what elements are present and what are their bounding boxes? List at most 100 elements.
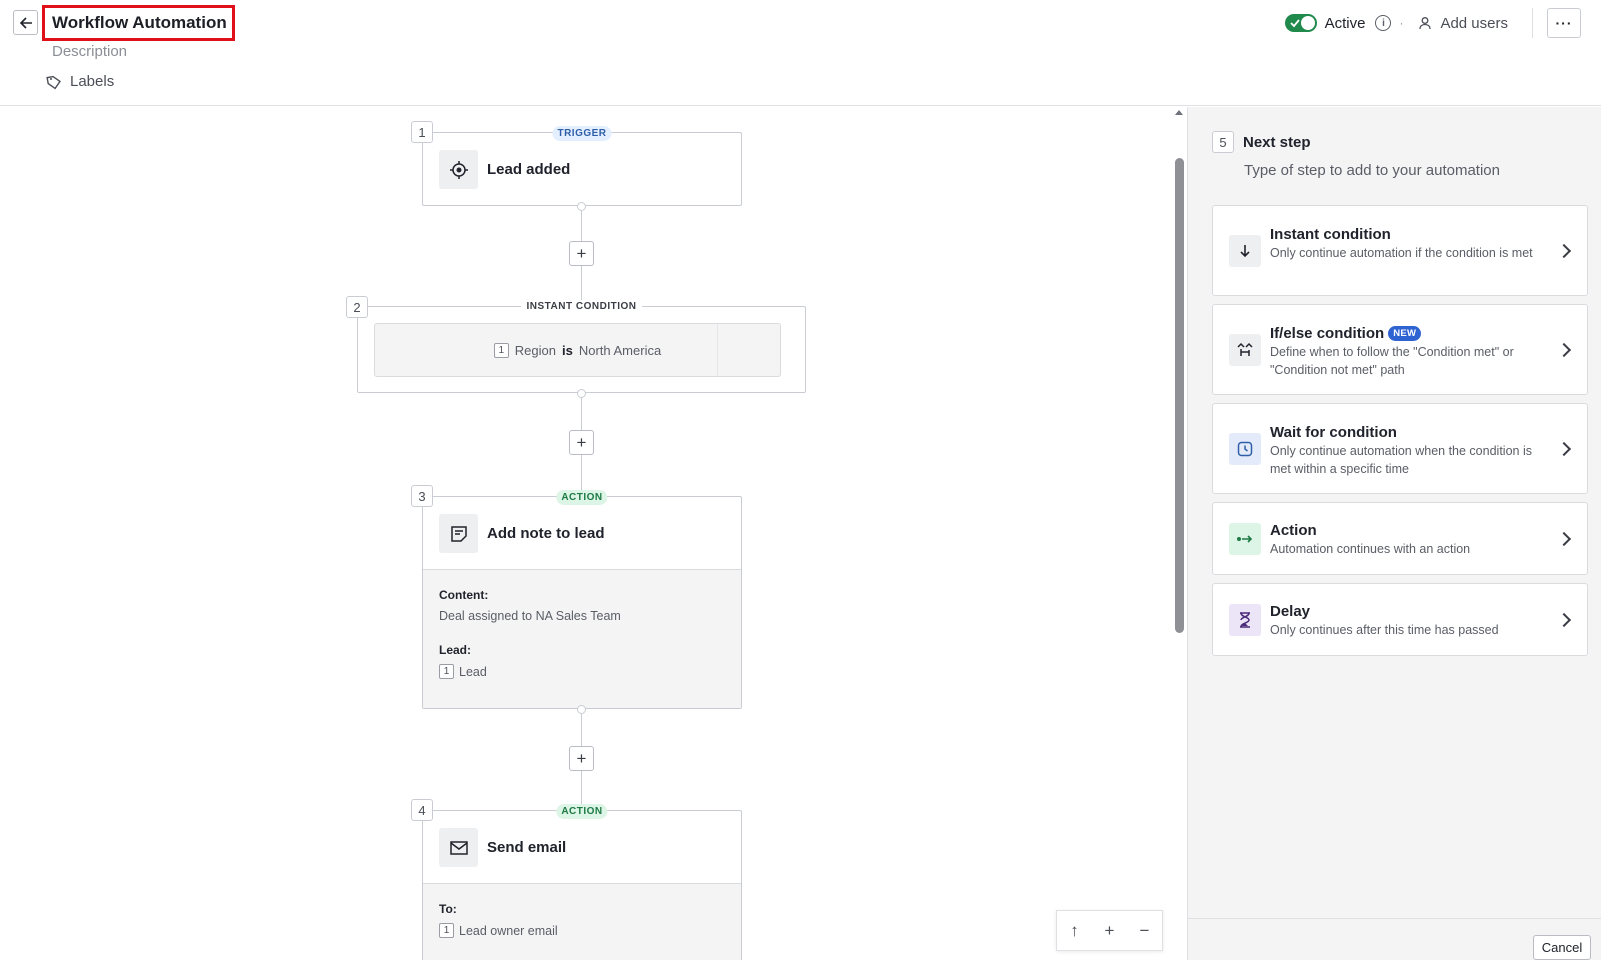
to-value: 1 Lead owner email	[439, 923, 725, 938]
condition-operator: is	[561, 342, 573, 358]
back-button[interactable]	[13, 10, 38, 35]
tag-icon	[46, 75, 61, 89]
to-text: Lead owner email	[459, 923, 558, 938]
to-label: To:	[439, 902, 457, 916]
action-node-add-note[interactable]: ACTION Add note to lead Content: Deal as…	[422, 490, 742, 709]
zoom-out-button[interactable]: −	[1130, 921, 1160, 941]
scroll-top-button[interactable]: ↑	[1060, 921, 1090, 941]
add-step-button[interactable]: +	[569, 241, 594, 266]
step-option-if-else-condition[interactable]: If/else condition NEW Define when to fol…	[1212, 304, 1588, 395]
step-name: Delay	[1270, 603, 1310, 620]
step-name: Instant condition	[1270, 226, 1391, 243]
info-icon[interactable]: i	[1375, 15, 1392, 31]
action-tag: ACTION	[556, 804, 608, 819]
lead-label: Lead:	[439, 643, 472, 657]
trigger-title: Lead added	[487, 161, 571, 178]
hourglass-icon	[1229, 604, 1261, 636]
add-step-button[interactable]: +	[569, 430, 594, 455]
step-description: Only continue automation when the condit…	[1270, 444, 1532, 476]
step-option-delay[interactable]: Delay Only continues after this time has…	[1212, 583, 1588, 656]
target-icon	[439, 150, 478, 189]
arrow-down-icon	[1229, 235, 1261, 267]
add-users-label: Add users	[1440, 14, 1508, 32]
panel-title: Next step	[1243, 133, 1311, 151]
action-title: Add note to lead	[487, 525, 605, 542]
action-title: Send email	[487, 839, 567, 856]
step-number-1: 1	[411, 121, 433, 143]
clock-icon	[1229, 433, 1261, 465]
step-description: Only continues after this time has passe…	[1270, 623, 1499, 637]
header-actions: Active i · Add users ···	[1284, 8, 1601, 38]
step-number-5: 5	[1212, 131, 1234, 153]
chevron-right-icon	[1556, 441, 1572, 457]
add-users-button[interactable]: Add users	[1418, 15, 1508, 32]
panel-subtitle: Type of step to add to your automation	[1244, 162, 1500, 179]
content-label: Content:	[439, 588, 489, 602]
step-number-4: 4	[411, 799, 433, 821]
workflow-canvas[interactable]: TRIGGER Lead added 1 + INSTANT CONDITION…	[0, 107, 1178, 960]
active-toggle[interactable]	[1284, 14, 1317, 32]
action-details: To: 1 Lead owner email	[423, 883, 741, 960]
content-text: Deal assigned to NA Sales Team	[439, 609, 621, 623]
step-name: If/else condition NEW	[1270, 325, 1422, 342]
step-option-instant-condition[interactable]: Instant condition Only continue automati…	[1212, 205, 1588, 296]
envelope-icon	[439, 828, 478, 867]
step-name-text: Action	[1270, 522, 1317, 539]
header: Workflow Automation Description Labels A…	[0, 0, 1601, 106]
add-step-button[interactable]: +	[569, 746, 594, 771]
condition-value: North America	[578, 342, 662, 358]
content-value: Deal assigned to NA Sales Team	[439, 609, 725, 623]
connector-dot	[577, 705, 586, 714]
step-option-wait-for-condition[interactable]: Wait for condition Only continue automat…	[1212, 403, 1588, 494]
description-field[interactable]: Description	[52, 43, 127, 60]
active-label: Active	[1324, 14, 1366, 32]
step-description: Define when to follow the "Condition met…	[1270, 345, 1514, 377]
trigger-tag: TRIGGER	[552, 126, 612, 141]
zoom-in-button[interactable]: +	[1095, 921, 1125, 941]
step-number-3: 3	[411, 485, 433, 507]
condition-tag: INSTANT CONDITION	[520, 300, 643, 313]
note-icon	[439, 514, 478, 553]
connector-dot	[577, 202, 586, 211]
zoom-controls: ↑ + −	[1056, 910, 1163, 951]
to-ref-number: 1	[439, 923, 454, 938]
panel-footer: Cancel	[1188, 918, 1601, 960]
chevron-right-icon	[1556, 243, 1572, 259]
step-description: Only continue automation if the conditio…	[1270, 246, 1533, 260]
trigger-node[interactable]: TRIGGER Lead added	[422, 126, 742, 206]
cancel-button[interactable]: Cancel	[1533, 935, 1591, 960]
next-step-panel: 5 Next step Type of step to add to your …	[1187, 107, 1601, 960]
step-name-text: Delay	[1270, 603, 1311, 620]
canvas-scrollbar[interactable]	[1175, 158, 1184, 633]
chevron-right-icon	[1556, 531, 1572, 547]
condition-ref-number: 1	[493, 342, 509, 358]
condition-node[interactable]: INSTANT CONDITION 1 Region is North Amer…	[357, 300, 806, 393]
action-node-send-email[interactable]: ACTION Send email To: 1 Lead owner email	[422, 804, 742, 960]
step-name: Wait for condition	[1270, 424, 1397, 441]
header-divider	[1532, 8, 1533, 38]
chevron-right-icon	[1556, 612, 1572, 628]
panel-header: 5 Next step	[1212, 131, 1311, 153]
action-details: Content: Deal assigned to NA Sales Team …	[423, 569, 741, 708]
lead-value: 1 Lead	[439, 664, 725, 679]
step-name-text: Instant condition	[1270, 226, 1391, 243]
page-title[interactable]: Workflow Automation	[52, 13, 227, 33]
condition-divider	[717, 324, 718, 376]
step-option-action[interactable]: Action Automation continues with an acti…	[1212, 502, 1588, 575]
separator-dot: ·	[1399, 16, 1404, 30]
lead-ref-number: 1	[439, 664, 454, 679]
step-name-text: If/else condition	[1270, 325, 1385, 342]
step-name: Action	[1270, 522, 1317, 539]
step-description: Automation continues with an action	[1270, 542, 1471, 556]
branch-icon	[1229, 334, 1261, 366]
connector-dot	[577, 389, 586, 398]
labels-text: Labels	[70, 73, 115, 90]
new-badge: NEW	[1388, 326, 1422, 341]
more-options-button[interactable]: ···	[1547, 8, 1581, 38]
condition-rule[interactable]: 1 Region is North America	[374, 323, 781, 377]
labels-button[interactable]: Labels	[46, 73, 114, 90]
title-highlight[interactable]: Workflow Automation	[42, 5, 235, 41]
check-icon	[1289, 19, 1300, 28]
scroll-up-arrow[interactable]	[1175, 110, 1183, 115]
lead-text: Lead	[459, 664, 487, 679]
